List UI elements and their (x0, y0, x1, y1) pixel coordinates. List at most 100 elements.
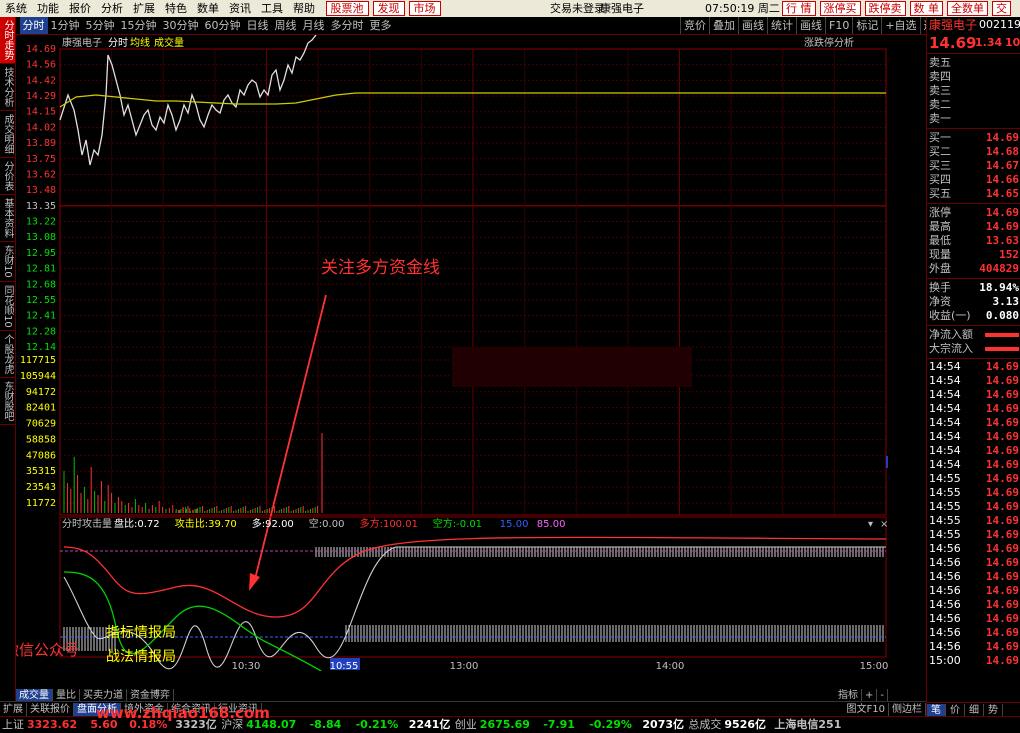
period-tab-3[interactable]: 15分钟 (118, 17, 160, 34)
quick-button-5[interactable]: 交 (992, 1, 1011, 16)
ticker-value: -7.91 (543, 718, 575, 731)
left-tab-8[interactable]: 东财股吧 (0, 378, 15, 426)
ask-row: 卖五 (927, 56, 1020, 70)
period-tab-4[interactable]: 30分钟 (160, 17, 202, 34)
menu-item-6[interactable]: 数单 (192, 0, 224, 17)
fund-flow: 净流入额 大宗流入 (927, 326, 1020, 359)
left-tab-6[interactable]: 同花顺10 (0, 282, 15, 332)
tick-list[interactable]: 14:54 14.69 14:54 14.69 14:54 14.69 14:54 14.69… (927, 359, 1020, 669)
tool-button-7[interactable]: +自选 (881, 17, 919, 34)
volume-label: 47086 (26, 450, 56, 461)
tool-button-5[interactable]: F10 (825, 17, 852, 34)
price-label: 12.95 (26, 248, 56, 259)
menu-item-4[interactable]: 扩展 (128, 0, 160, 17)
tick-price: 14.69 (985, 528, 1019, 541)
quick-button-0[interactable]: 行 情 (782, 1, 816, 16)
tick-row: 14:54 14.69 (927, 388, 1020, 402)
price-label: 13.48 (26, 185, 56, 196)
panel-toggle-1[interactable]: 侧边栏 (889, 703, 926, 716)
volume-label: 105944 (20, 371, 56, 382)
menu-item-0[interactable]: 系统 (0, 0, 32, 17)
tick-time: 14:56 (929, 612, 961, 625)
tool-button-3[interactable]: 统计 (767, 17, 796, 34)
indicator-value: 85.00 (537, 519, 566, 530)
tick-time: 14:56 (929, 556, 961, 569)
tick-time: 14:56 (929, 640, 961, 653)
bid-value: 14.69 (985, 131, 1019, 144)
tool-button-6[interactable]: 标记 (852, 17, 881, 34)
price-label: 13.75 (26, 154, 56, 165)
tick-row: 14:54 14.69 (927, 360, 1020, 374)
left-tab-5[interactable]: 东财10 (0, 242, 15, 282)
flow-label: 净流入额 (929, 328, 973, 341)
flow-bar (985, 347, 1019, 351)
ticker-value: 9526亿 (724, 718, 767, 731)
period-tab-5[interactable]: 60分钟 (202, 17, 244, 34)
indicator-dropdown-icon[interactable]: ▾ (868, 519, 873, 530)
tick-time: 14:56 (929, 584, 961, 597)
menu-item-1[interactable]: 功能 (32, 0, 64, 17)
quick-button-2[interactable]: 跌停卖 (864, 1, 906, 16)
tool-button-0[interactable]: 竞价 (680, 17, 709, 34)
menu-item-5[interactable]: 特色 (160, 0, 192, 17)
indicator-value: 多方:100.01 (360, 517, 418, 530)
period-tab-1[interactable]: 1分钟 (48, 17, 83, 34)
left-tab-3[interactable]: 分价表 (0, 158, 15, 195)
quick-button-1[interactable]: 涨停买 (819, 1, 861, 16)
volume-label: 82401 (26, 403, 56, 414)
tick-price: 14.69 (985, 416, 1019, 429)
price-label: 14.29 (26, 91, 56, 102)
intraday-chart[interactable]: 康强电子分时均线成交量涨跌停分析14.6910.04%14.569.03%14.… (4, 34, 928, 694)
period-tab-10[interactable]: 更多 (367, 17, 395, 34)
period-tab-0[interactable]: 分时 (19, 17, 48, 34)
period-tab-8[interactable]: 月线 (300, 17, 328, 34)
ticker-label: 上证 (2, 718, 24, 731)
ticker-value: -8.84 (309, 718, 342, 731)
tick-row: 14:54 14.69 (927, 416, 1020, 430)
period-tab-2[interactable]: 5分钟 (83, 17, 118, 34)
period-tab-9[interactable]: 多分时 (328, 17, 367, 34)
quick-button-3[interactable]: 数 单 (909, 1, 943, 16)
tick-time: 14:56 (929, 570, 961, 583)
stat-row: 最高 14.69 (927, 220, 1020, 234)
menu-item-2[interactable]: 报价 (64, 0, 96, 17)
tool-button-4[interactable]: 画线 (796, 17, 825, 34)
left-tab-1[interactable]: 技术分析 (0, 64, 15, 111)
ticker-item: 总成交 9526亿 (688, 718, 766, 732)
ask-label: 卖三 (929, 84, 951, 97)
left-tab-0[interactable]: 分时走势 (0, 17, 15, 64)
menu-item-9[interactable]: 帮助 (288, 0, 320, 17)
menu-button-1[interactable]: 发现 (372, 1, 405, 16)
time-label: 14:00 (656, 661, 685, 671)
tool-button-1[interactable]: 叠加 (709, 17, 738, 34)
panel-toggle-0[interactable]: 图文F10 (844, 703, 889, 716)
indicator-close-icon[interactable]: × (880, 519, 888, 530)
menu-button-0[interactable]: 股票池 (325, 1, 369, 16)
period-tab-7[interactable]: 周线 (272, 17, 300, 34)
price-label: 12.14 (26, 342, 56, 353)
time-label: 15:00 (860, 661, 888, 671)
tick-price: 14.69 (985, 430, 1019, 443)
menu-stock-name: 康强电子 (600, 2, 644, 15)
limit-analysis-label[interactable]: 涨跌停分析 (804, 36, 854, 49)
tool-button-2[interactable]: 画线 (738, 17, 767, 34)
axis-gutter (888, 35, 926, 715)
extension-tab-1[interactable]: 关联报价 (27, 703, 74, 716)
menu-item-7[interactable]: 资讯 (224, 0, 256, 17)
left-tab-2[interactable]: 成交明细 (0, 111, 15, 158)
stat-value: 152 (999, 248, 1019, 261)
left-tab-4[interactable]: 基本资料 (0, 195, 15, 242)
menu-item-8[interactable]: 工具 (256, 0, 288, 17)
period-tab-6[interactable]: 日线 (244, 17, 272, 34)
tick-time: 14:55 (929, 486, 961, 499)
quick-button-4[interactable]: 全数单 (947, 1, 988, 16)
tick-row: 14:54 14.69 (927, 430, 1020, 444)
indicator-name: 分时攻击量 (62, 517, 112, 530)
left-tab-7[interactable]: 个股龙虎 (0, 331, 15, 379)
quote-change: 1.34 (975, 36, 1003, 49)
extension-tab-0[interactable]: 扩展 (0, 703, 27, 716)
watermark-line: 战法情报局 (106, 649, 176, 665)
menu-button-2[interactable]: 市场 (408, 1, 441, 16)
tick-time: 14:54 (929, 388, 961, 401)
menu-item-3[interactable]: 分析 (96, 0, 128, 17)
